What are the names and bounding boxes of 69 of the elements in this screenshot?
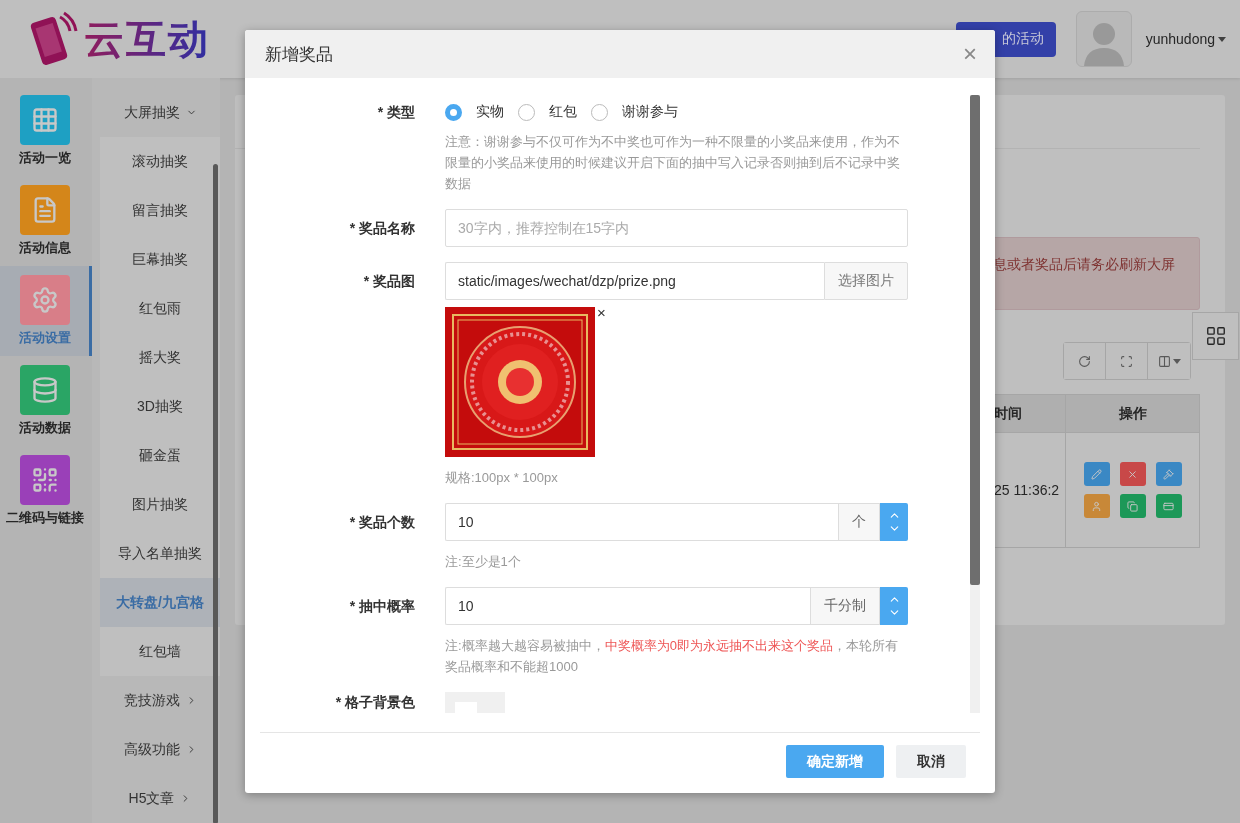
- field-label: * 格子背景色: [334, 693, 415, 712]
- caret-icon: [1172, 358, 1181, 364]
- fullscreen-icon: [1120, 354, 1133, 368]
- gavel-button[interactable]: [1155, 462, 1182, 486]
- number-field[interactable]: 10: [445, 587, 810, 625]
- nav-item[interactable]: 活动数据: [0, 356, 92, 446]
- copy-button[interactable]: [1119, 494, 1146, 518]
- scrollbar[interactable]: [970, 95, 980, 713]
- card-icon: [1163, 500, 1174, 512]
- avatar-icon: [1075, 11, 1132, 67]
- user-button[interactable]: [1083, 494, 1110, 518]
- radio-option[interactable]: 谢谢参与: [591, 103, 678, 121]
- caret-icon: [1218, 36, 1226, 42]
- cancel-button[interactable]: 取消: [896, 745, 966, 778]
- user-icon: [1091, 500, 1102, 512]
- spinner-control[interactable]: [880, 503, 908, 541]
- dialog-title: 新增奖品: [265, 43, 333, 66]
- nav-item[interactable]: 二维码与链接: [0, 446, 92, 536]
- card-button[interactable]: [1155, 494, 1182, 518]
- field-label: * 奖品个数: [348, 513, 415, 532]
- field-label: * 抽中概率: [348, 597, 415, 616]
- pencil-icon: [1091, 468, 1102, 480]
- submenu-item[interactable]: 高级功能: [100, 725, 220, 774]
- submenu-item[interactable]: 摇大奖: [100, 333, 220, 382]
- submenu-item[interactable]: 红包墙: [100, 627, 220, 676]
- columns-icon: [1157, 354, 1171, 368]
- hint-text: 注:概率越大越容易被抽中，中奖概率为0即为永远抽不出来这个奖品，本轮所有奖品概率和不能超1000: [445, 637, 899, 676]
- hint-text: 注:至少是1个: [445, 553, 522, 571]
- close-icon: [1127, 468, 1138, 480]
- gavel-icon: [1163, 468, 1174, 480]
- refresh-icon: [1078, 354, 1091, 368]
- choose-image-button[interactable]: 选择图片: [824, 262, 908, 300]
- number-field[interactable]: 10: [445, 503, 838, 541]
- input-field[interactable]: 30字内，推荐控制在15字内: [445, 209, 908, 247]
- radio-icon: [518, 103, 535, 121]
- submenu-item[interactable]: 大屏抽奖: [100, 88, 220, 137]
- field-label: * 奖品名称: [348, 219, 415, 238]
- submenu-item[interactable]: 砸金蛋: [100, 431, 220, 480]
- nav-item[interactable]: 活动一览: [0, 86, 92, 176]
- field-label: * 奖品图: [362, 272, 415, 291]
- submenu-item[interactable]: 导入名单抽奖: [100, 529, 220, 578]
- radio-option[interactable]: 红包: [518, 103, 577, 121]
- radio-option[interactable]: 实物: [445, 103, 504, 121]
- submenu-item[interactable]: 3D抽奖: [100, 382, 220, 431]
- user-menu[interactable]: yunhudong: [1145, 31, 1226, 47]
- submenu-item[interactable]: 图片抽奖: [100, 480, 220, 529]
- edit-button[interactable]: [1083, 462, 1110, 486]
- submenu-item[interactable]: 巨幕抽奖: [100, 235, 220, 284]
- layout-button[interactable]: [1192, 312, 1239, 360]
- remove-image-button[interactable]: ×: [597, 307, 606, 319]
- input-field[interactable]: static/images/wechat/dzp/prize.png: [445, 262, 824, 300]
- field-label: * 类型: [376, 103, 415, 122]
- delete-button[interactable]: [1119, 462, 1146, 486]
- radio-icon: [591, 103, 608, 121]
- grid-icon: [1204, 325, 1227, 347]
- column-header: 操作: [1066, 395, 1199, 432]
- unit-label: 千分制: [810, 587, 880, 625]
- submenu-item[interactable]: H5文章: [100, 774, 220, 823]
- submenu-item[interactable]: 滚动抽奖: [100, 137, 220, 186]
- hint-text: 规格:100px * 100px: [445, 469, 559, 487]
- submenu-item[interactable]: 红包雨: [100, 284, 220, 333]
- copy-icon: [1127, 500, 1138, 512]
- radio-icon: [445, 103, 462, 121]
- spinner-control[interactable]: [880, 587, 908, 625]
- submenu-item[interactable]: 竞技游戏: [100, 676, 220, 725]
- nav-item[interactable]: 活动信息: [0, 176, 92, 266]
- refresh-button[interactable]: [1064, 343, 1106, 379]
- submenu-item[interactable]: 留言抽奖: [100, 186, 220, 235]
- unit-label: 个: [838, 503, 880, 541]
